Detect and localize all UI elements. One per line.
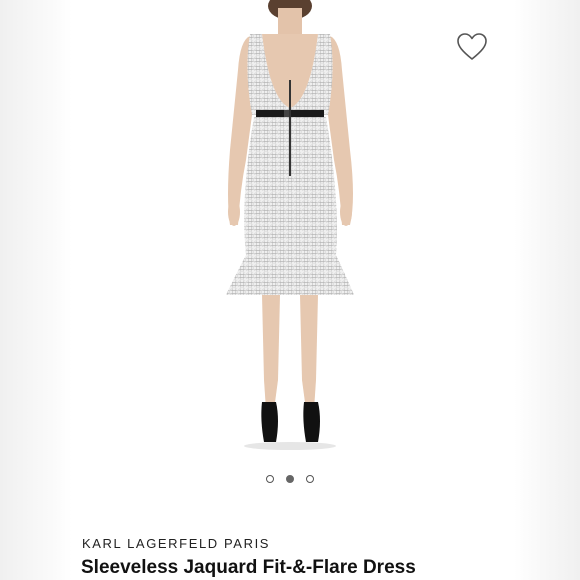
carousel-indicators: [0, 475, 580, 487]
carousel-dot-3[interactable]: [306, 475, 314, 483]
carousel-dot-2[interactable]: [286, 475, 294, 483]
heart-outline-icon: [457, 33, 487, 60]
right-margin: [514, 0, 580, 580]
brand-name[interactable]: KARL LAGERFELD PARIS: [82, 536, 270, 551]
product-title: Sleeveless Jaquard Fit-&-Flare Dress: [81, 557, 416, 578]
product-image[interactable]: [150, 0, 430, 460]
carousel-dot-1[interactable]: [266, 475, 274, 483]
product-page: KARL LAGERFELD PARIS Sleeveless Jaquard …: [0, 0, 580, 580]
wishlist-button[interactable]: [456, 32, 488, 62]
left-margin: [0, 0, 72, 580]
